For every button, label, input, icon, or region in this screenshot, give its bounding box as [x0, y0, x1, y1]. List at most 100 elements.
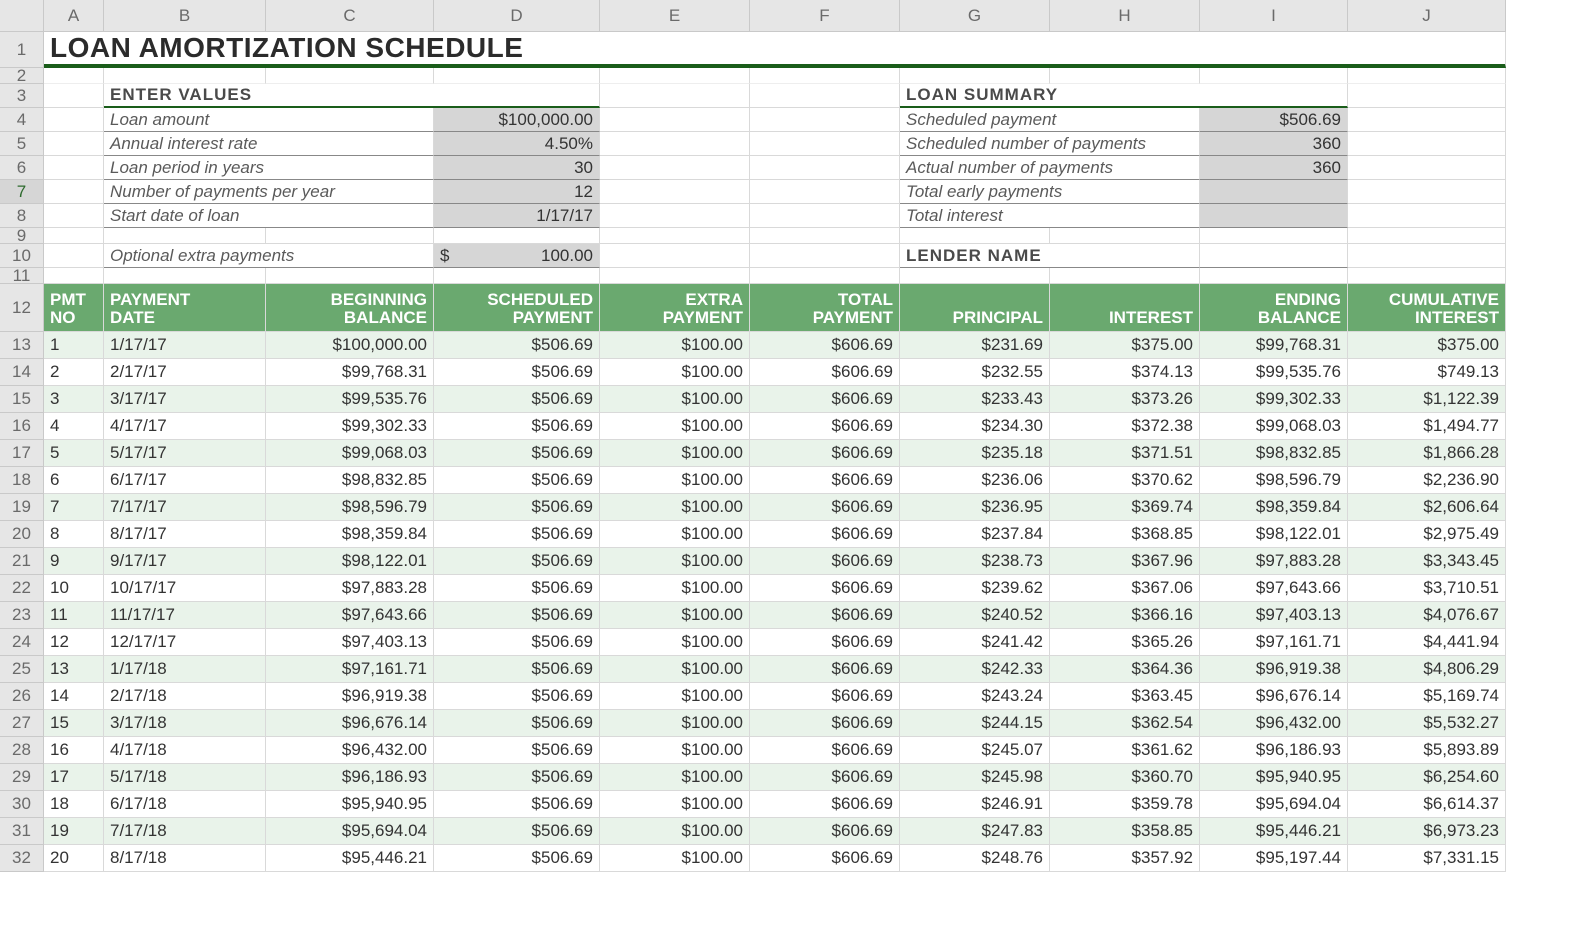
cell-end-row-25[interactable]: $96,919.38	[1200, 656, 1348, 683]
cell-date-row-17[interactable]: 5/17/17	[104, 440, 266, 467]
cell-total-row-20[interactable]: $606.69	[750, 521, 900, 548]
cell-E5[interactable]	[600, 132, 750, 156]
select-all-corner[interactable]	[0, 0, 44, 32]
row-header-8[interactable]: 8	[0, 204, 44, 228]
cell-cum-row-20[interactable]: $2,975.49	[1348, 521, 1506, 548]
column-header-D[interactable]: D	[434, 0, 600, 32]
cell-end-row-18[interactable]: $98,596.79	[1200, 467, 1348, 494]
cell-int-row-26[interactable]: $363.45	[1050, 683, 1200, 710]
cell-int-row-23[interactable]: $366.16	[1050, 602, 1200, 629]
cell-date-row-28[interactable]: 4/17/18	[104, 737, 266, 764]
cell-total-row-27[interactable]: $606.69	[750, 710, 900, 737]
row-header-10[interactable]: 10	[0, 244, 44, 268]
th-endingBalance[interactable]: ENDINGBALANCE	[1200, 284, 1348, 332]
cell-prin-row-19[interactable]: $236.95	[900, 494, 1050, 521]
cell-no-row-22[interactable]: 10	[44, 575, 104, 602]
enter-values-value-1[interactable]: 4.50%	[434, 132, 600, 156]
cell-B9[interactable]	[104, 228, 266, 244]
th-extraPayment[interactable]: EXTRAPAYMENT	[600, 284, 750, 332]
cell-D2[interactable]	[434, 68, 600, 84]
cell-total-row-23[interactable]: $606.69	[750, 602, 900, 629]
row-header-6[interactable]: 6	[0, 156, 44, 180]
th-paymentDate[interactable]: PAYMENTDATE	[104, 284, 266, 332]
cell-cum-row-26[interactable]: $5,169.74	[1348, 683, 1506, 710]
cell-extra-row-18[interactable]: $100.00	[600, 467, 750, 494]
cell-sched-row-24[interactable]: $506.69	[434, 629, 600, 656]
cell-A6[interactable]	[44, 156, 104, 180]
cell-beg-row-30[interactable]: $95,940.95	[266, 791, 434, 818]
cell-sched-row-18[interactable]: $506.69	[434, 467, 600, 494]
cell-E2[interactable]	[600, 68, 750, 84]
cell-no-row-13[interactable]: 1	[44, 332, 104, 359]
row-header-24[interactable]: 24	[0, 629, 44, 656]
cell-total-row-15[interactable]: $606.69	[750, 386, 900, 413]
cell-A2[interactable]	[44, 68, 104, 84]
cell-int-row-29[interactable]: $360.70	[1050, 764, 1200, 791]
cell-int-row-19[interactable]: $369.74	[1050, 494, 1200, 521]
row-header-7[interactable]: 7	[0, 180, 44, 204]
cell-no-row-30[interactable]: 18	[44, 791, 104, 818]
cell-extra-row-24[interactable]: $100.00	[600, 629, 750, 656]
cell-date-row-18[interactable]: 6/17/17	[104, 467, 266, 494]
cell-date-row-23[interactable]: 11/17/17	[104, 602, 266, 629]
cell-no-row-15[interactable]: 3	[44, 386, 104, 413]
cell-F11[interactable]	[750, 268, 900, 284]
cell-E8[interactable]	[600, 204, 750, 228]
column-header-H[interactable]: H	[1050, 0, 1200, 32]
cell-no-row-18[interactable]: 6	[44, 467, 104, 494]
cell-end-row-27[interactable]: $96,432.00	[1200, 710, 1348, 737]
cell-end-row-28[interactable]: $96,186.93	[1200, 737, 1348, 764]
cell-no-row-23[interactable]: 11	[44, 602, 104, 629]
row-header-27[interactable]: 27	[0, 710, 44, 737]
cell-cum-row-28[interactable]: $5,893.89	[1348, 737, 1506, 764]
cell-end-row-22[interactable]: $97,643.66	[1200, 575, 1348, 602]
enter-values-value-2[interactable]: 30	[434, 156, 600, 180]
cell-prin-row-26[interactable]: $243.24	[900, 683, 1050, 710]
cell-extra-row-21[interactable]: $100.00	[600, 548, 750, 575]
cell-date-row-14[interactable]: 2/17/17	[104, 359, 266, 386]
cell-E7[interactable]	[600, 180, 750, 204]
cell-beg-row-20[interactable]: $98,359.84	[266, 521, 434, 548]
cell-date-row-29[interactable]: 5/17/18	[104, 764, 266, 791]
cell-H2[interactable]	[1050, 68, 1200, 84]
cell-B11[interactable]	[104, 268, 266, 284]
cell-int-row-30[interactable]: $359.78	[1050, 791, 1200, 818]
cell-cum-row-29[interactable]: $6,254.60	[1348, 764, 1506, 791]
cell-cum-row-16[interactable]: $1,494.77	[1348, 413, 1506, 440]
cell-cum-row-22[interactable]: $3,710.51	[1348, 575, 1506, 602]
cell-A4[interactable]	[44, 108, 104, 132]
cell-cum-row-24[interactable]: $4,441.94	[1348, 629, 1506, 656]
cell-sched-row-19[interactable]: $506.69	[434, 494, 600, 521]
row-header-13[interactable]: 13	[0, 332, 44, 359]
column-header-G[interactable]: G	[900, 0, 1050, 32]
cell-J11[interactable]	[1348, 268, 1506, 284]
cell-beg-row-13[interactable]: $100,000.00	[266, 332, 434, 359]
cell-sched-row-23[interactable]: $506.69	[434, 602, 600, 629]
cell-G9[interactable]	[900, 228, 1050, 244]
column-header-C[interactable]: C	[266, 0, 434, 32]
cell-int-row-20[interactable]: $368.85	[1050, 521, 1200, 548]
cell-end-row-17[interactable]: $98,832.85	[1200, 440, 1348, 467]
row-header-3[interactable]: 3	[0, 84, 44, 108]
cell-prin-row-25[interactable]: $242.33	[900, 656, 1050, 683]
row-header-16[interactable]: 16	[0, 413, 44, 440]
cell-total-row-19[interactable]: $606.69	[750, 494, 900, 521]
cell-date-row-25[interactable]: 1/17/18	[104, 656, 266, 683]
row-header-12[interactable]: 12	[0, 284, 44, 332]
cell-prin-row-32[interactable]: $248.76	[900, 845, 1050, 872]
cell-extra-row-15[interactable]: $100.00	[600, 386, 750, 413]
cell-A5[interactable]	[44, 132, 104, 156]
cell-C11[interactable]	[266, 268, 434, 284]
cell-total-row-21[interactable]: $606.69	[750, 548, 900, 575]
cell-A11[interactable]	[44, 268, 104, 284]
cell-cum-row-30[interactable]: $6,614.37	[1348, 791, 1506, 818]
cell-I2[interactable]	[1200, 68, 1348, 84]
cell-C2[interactable]	[266, 68, 434, 84]
row-header-9[interactable]: 9	[0, 228, 44, 244]
cell-cum-row-18[interactable]: $2,236.90	[1348, 467, 1506, 494]
cell-extra-row-14[interactable]: $100.00	[600, 359, 750, 386]
cell-total-row-28[interactable]: $606.69	[750, 737, 900, 764]
cell-date-row-30[interactable]: 6/17/18	[104, 791, 266, 818]
cell-end-row-20[interactable]: $98,122.01	[1200, 521, 1348, 548]
cell-A7[interactable]	[44, 180, 104, 204]
